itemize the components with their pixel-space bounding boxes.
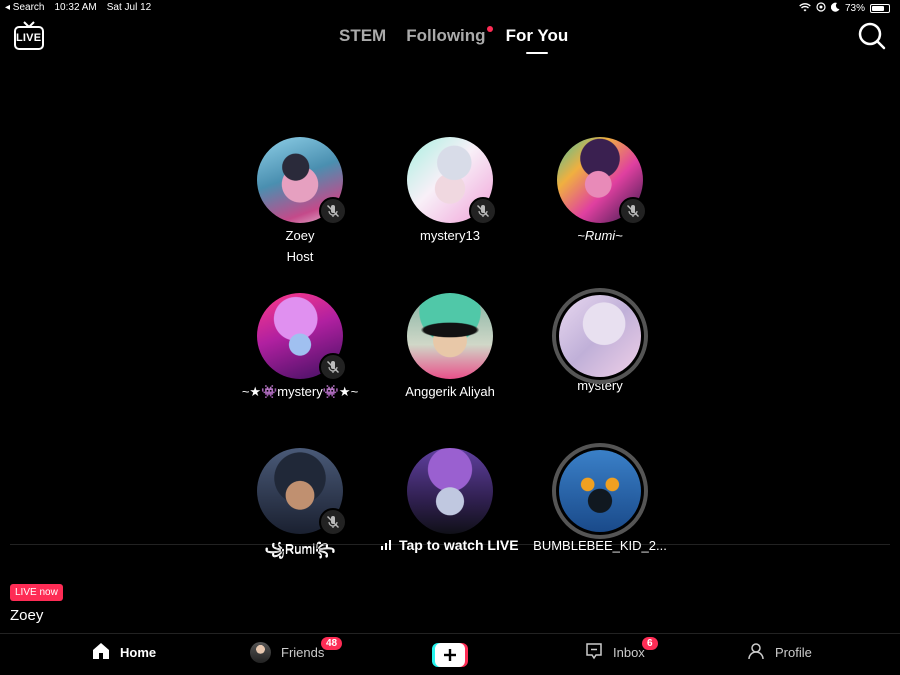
inbox-icon xyxy=(585,642,603,663)
tab-following-label: Following xyxy=(406,26,486,45)
tap-to-watch-live[interactable]: Tap to watch LIVE xyxy=(381,537,519,553)
avatar xyxy=(257,293,347,381)
status-date: Sat Jul 12 xyxy=(106,2,152,13)
avatar xyxy=(257,137,347,225)
mic-off-icon xyxy=(319,353,347,381)
nav-inbox-label: Inbox xyxy=(613,645,645,660)
profile-icon xyxy=(747,642,765,663)
live-icon[interactable]: LIVE xyxy=(13,20,45,52)
status-bar: ◂ Search 10:32 AM Sat Jul 12 73% xyxy=(0,0,900,16)
location-icon xyxy=(816,2,826,15)
avatar xyxy=(257,448,347,536)
nav-friends[interactable]: Friends 48 xyxy=(250,637,343,663)
tab-stem[interactable]: STEM xyxy=(339,26,386,46)
avatar xyxy=(557,137,647,225)
moon-icon xyxy=(830,2,840,15)
guest-name: mystery13 xyxy=(420,228,480,243)
avatar xyxy=(407,137,497,225)
guest-name: ꧁Rumi꧂ xyxy=(264,541,336,556)
create-button[interactable] xyxy=(432,643,468,667)
guest-name: ~Rumi~ xyxy=(577,228,623,243)
host-name[interactable]: Zoey xyxy=(10,607,43,624)
guest-tile-mystery13[interactable]: mystery13 xyxy=(375,137,525,243)
live-now-badge: LIVE now xyxy=(10,584,63,601)
battery-fill xyxy=(872,6,884,11)
bottom-nav: Home Friends 48 Inbox 6 Profile xyxy=(0,633,900,675)
tap-to-watch-label: Tap to watch LIVE xyxy=(399,537,519,553)
guest-tile-zoey[interactable]: Zoey Host xyxy=(225,137,375,264)
inbox-badge: 6 xyxy=(642,637,658,650)
wifi-icon xyxy=(799,2,811,15)
mic-off-icon xyxy=(619,197,647,225)
tab-for-you[interactable]: For You xyxy=(506,26,569,46)
nav-profile[interactable]: Profile xyxy=(747,642,812,663)
nav-inbox[interactable]: Inbox 6 xyxy=(585,637,658,663)
tab-following[interactable]: Following xyxy=(406,26,493,46)
avatar-speaking xyxy=(552,288,648,384)
signal-bars-icon xyxy=(381,537,391,553)
guest-tile-mystery[interactable]: mystery xyxy=(525,288,675,393)
status-time: 10:32 AM xyxy=(54,2,97,13)
guest-role: Host xyxy=(286,249,314,264)
avatar-speaking xyxy=(552,443,648,539)
guest-tile-mystery-stars[interactable]: ~★👾mystery👾★~ xyxy=(225,293,375,400)
avatar xyxy=(407,448,493,534)
guest-tile-rumi[interactable]: ~Rumi~ xyxy=(525,137,675,243)
mic-off-icon xyxy=(469,197,497,225)
guest-tile-anggerik[interactable]: Anggerik Aliyah xyxy=(375,293,525,399)
mic-off-icon xyxy=(319,197,347,225)
battery-icon xyxy=(870,4,890,13)
guest-name: BUMBLEBEE_KID_2... xyxy=(533,538,667,553)
guest-name: Zoey xyxy=(285,228,315,243)
nav-home-label: Home xyxy=(120,645,157,660)
guest-tile-unnamed[interactable] xyxy=(375,448,525,534)
home-icon xyxy=(92,642,110,663)
friends-avatar-icon xyxy=(250,642,271,663)
nav-friends-label: Friends xyxy=(281,645,325,660)
mic-off-icon xyxy=(319,508,347,536)
friends-badge: 48 xyxy=(321,637,343,650)
back-to-search[interactable]: ◂ Search xyxy=(5,2,44,13)
notification-dot xyxy=(486,26,493,32)
battery-percent: 73% xyxy=(844,3,865,14)
live-label: LIVE xyxy=(16,32,42,44)
nav-home[interactable]: Home xyxy=(92,642,156,663)
search-icon[interactable] xyxy=(858,22,886,50)
guest-name: ~★👾mystery👾★~ xyxy=(241,384,359,399)
guest-name: Anggerik Aliyah xyxy=(405,384,495,399)
avatar xyxy=(407,293,493,379)
guest-tile-bumblebee[interactable] xyxy=(525,443,675,539)
feed-tabs: STEM Following For You xyxy=(339,26,568,46)
nav-profile-label: Profile xyxy=(775,645,812,660)
